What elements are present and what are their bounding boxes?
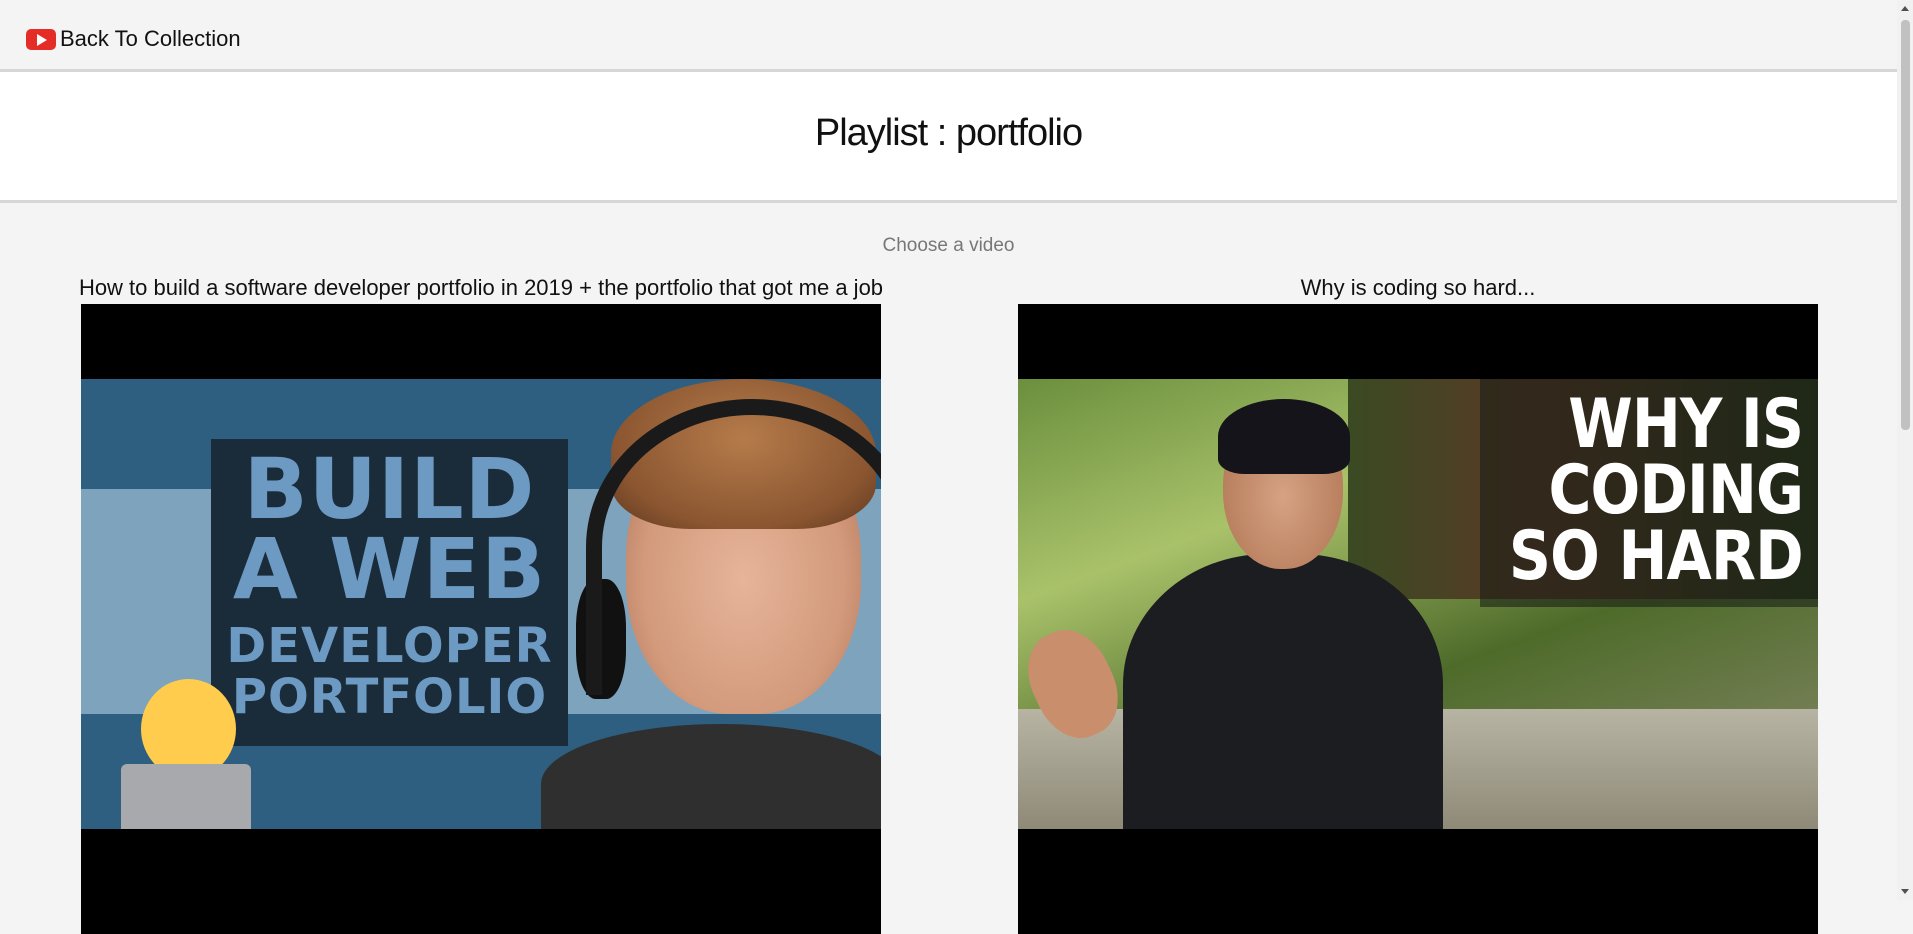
thumbnail-image: WHY IS CODING SO HARD	[1018, 379, 1818, 829]
choose-video-label: Choose a video	[882, 235, 1015, 256]
video-title[interactable]: Why is coding so hard...	[918, 275, 1913, 301]
title-band: Playlist : portfolio	[0, 72, 1897, 203]
thumbnail-text-line: CODING	[1548, 451, 1804, 530]
vertical-scrollbar[interactable]	[1897, 0, 1913, 900]
back-to-collection-link[interactable]: Back To Collection	[26, 26, 241, 52]
thumbnail-text-line: A WEB	[232, 520, 547, 618]
page-title: Playlist : portfolio	[814, 112, 1083, 154]
video-thumbnail[interactable]: WHY IS CODING SO HARD	[1018, 304, 1818, 934]
scroll-up-arrow-icon[interactable]	[1901, 6, 1909, 11]
thumbnail-text-line: DEVELOPER	[226, 618, 553, 674]
scrollbar-thumb[interactable]	[1901, 20, 1910, 430]
back-to-collection-label: Back To Collection	[60, 26, 241, 51]
thumbnail-image: BUILD A WEB DEVELOPER PORTFOLIO	[81, 379, 881, 829]
thumbnail-text-line: SO HARD	[1509, 517, 1804, 596]
thumbnail-text-line: BUILD	[243, 440, 536, 538]
thumbnail-text-line: PORTFOLIO	[231, 669, 548, 725]
developer-emoji-icon	[121, 679, 251, 829]
scroll-down-arrow-icon[interactable]	[1901, 889, 1909, 894]
video-title[interactable]: How to build a software developer portfo…	[0, 275, 981, 301]
youtube-icon	[26, 28, 56, 50]
thumbnail-text-line: WHY IS	[1568, 385, 1804, 464]
top-bar: Back To Collection	[0, 0, 1897, 72]
video-thumbnail[interactable]: BUILD A WEB DEVELOPER PORTFOLIO	[81, 304, 881, 934]
